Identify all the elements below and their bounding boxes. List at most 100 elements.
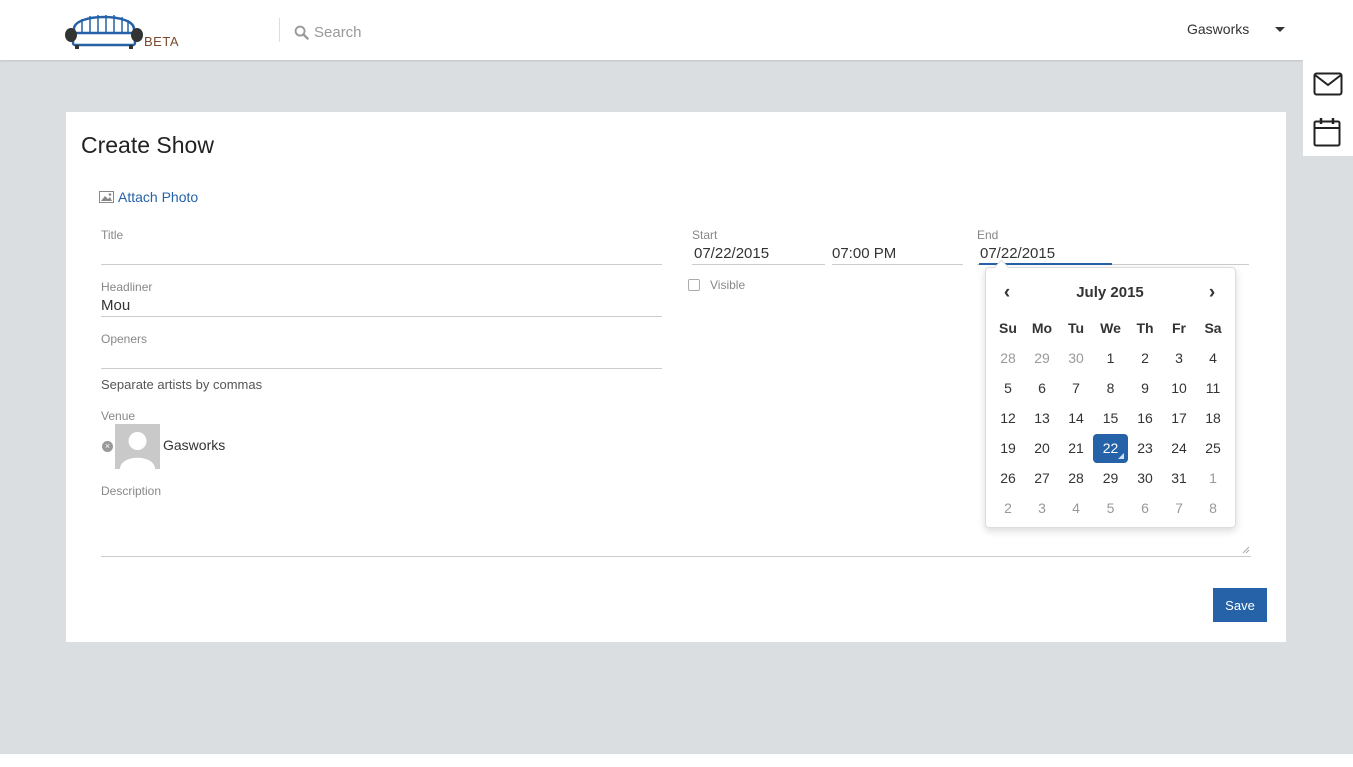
datepicker-days: 28 29 30 1 2 3 4 5 6 7 8 9 10 11 12 13 14 15 16 17 18 19 20 21 2… <box>991 343 1230 523</box>
end-label: End <box>977 228 999 242</box>
day-cell[interactable]: 9 <box>1128 373 1162 403</box>
day-cell[interactable]: 11 <box>1196 373 1230 403</box>
top-navbar: BETA Gasworks <box>0 0 1353 60</box>
day-cell[interactable]: 23 <box>1128 433 1162 463</box>
headliner-field-wrap <box>101 294 662 317</box>
beta-label: BETA <box>144 34 179 49</box>
day-cell[interactable]: 12 <box>991 403 1025 433</box>
venue-name: Gasworks <box>163 437 226 453</box>
sofa-logo-icon <box>65 15 143 49</box>
day-cell[interactable]: 31 <box>1162 463 1196 493</box>
venue-label: Venue <box>101 409 136 423</box>
headliner-label: Headliner <box>101 280 153 294</box>
day-cell[interactable]: 21 <box>1059 433 1093 463</box>
day-cell[interactable]: 19 <box>991 433 1025 463</box>
day-cell[interactable]: 20 <box>1025 433 1059 463</box>
attach-photo-link[interactable]: Attach Photo <box>99 189 198 205</box>
day-cell[interactable]: 8 <box>1196 493 1230 523</box>
day-cell[interactable]: 13 <box>1025 403 1059 433</box>
openers-field-wrap <box>101 346 662 369</box>
search-icon <box>294 25 309 40</box>
day-cell[interactable]: 2 <box>1128 343 1162 373</box>
remove-venue-icon[interactable]: × <box>102 441 113 452</box>
day-cell[interactable]: 16 <box>1128 403 1162 433</box>
day-cell[interactable]: 14 <box>1059 403 1093 433</box>
day-cell[interactable]: 28 <box>991 343 1025 373</box>
day-cell[interactable]: 7 <box>1059 373 1093 403</box>
default-avatar-icon <box>120 432 155 469</box>
datepicker-grid: Su Mo Tu We Th Fr Sa 28 29 30 1 2 3 4 5 6 7 8 9 10 11… <box>991 313 1230 523</box>
day-cell[interactable]: 4 <box>1196 343 1230 373</box>
openers-label: Openers <box>101 332 148 346</box>
weekday-header: Tu <box>1067 320 1085 336</box>
datepicker-month-label[interactable]: July 2015 <box>1046 284 1174 301</box>
datepicker-week-row: 2345678 <box>991 493 1230 523</box>
datepicker-week-row: 5 6 7 8 9 10 11 <box>991 373 1230 403</box>
day-cell[interactable]: 29 <box>1025 343 1059 373</box>
visible-checkbox[interactable] <box>688 279 700 291</box>
day-cell[interactable]: 6 <box>1128 493 1162 523</box>
selected-day-label: 22 <box>1093 433 1128 463</box>
day-cell[interactable]: 5 <box>1093 493 1128 523</box>
day-cell[interactable]: 15 <box>1093 403 1128 433</box>
day-cell[interactable]: 5 <box>991 373 1025 403</box>
prev-month-button[interactable]: ‹ <box>997 283 1017 303</box>
weekday-header: We <box>1100 320 1121 336</box>
day-cell[interactable]: 29 <box>1093 463 1128 493</box>
start-time-input[interactable] <box>832 242 963 264</box>
openers-input[interactable] <box>101 346 662 368</box>
title-input[interactable] <box>101 242 662 264</box>
envelope-icon <box>1313 72 1343 96</box>
day-cell[interactable]: 3 <box>1162 343 1196 373</box>
search-input[interactable] <box>314 23 514 41</box>
user-menu-dropdown[interactable]: Gasworks <box>1187 21 1286 37</box>
day-cell[interactable]: 6 <box>1025 373 1059 403</box>
day-cell[interactable]: 25 <box>1196 433 1230 463</box>
side-dock <box>1303 60 1353 156</box>
day-cell[interactable]: 27 <box>1025 463 1059 493</box>
next-month-button[interactable]: › <box>1202 283 1222 303</box>
start-time-field-wrap <box>832 242 963 265</box>
datepicker-week-row: 28 29 30 1 2 3 4 <box>991 343 1230 373</box>
day-cell-selected[interactable]: 22 <box>1093 433 1128 463</box>
day-cell[interactable]: 17 <box>1162 403 1196 433</box>
description-label: Description <box>101 484 162 498</box>
weekday-header-row: Su Mo Tu We Th Fr Sa <box>991 313 1230 343</box>
visible-label: Visible <box>710 278 746 292</box>
datepicker-popup: ‹ July 2015 › Su Mo Tu We Th Fr Sa 28 29 3… <box>985 259 1236 528</box>
datepicker-week-row: 19 20 21 22 23 24 25 <box>991 433 1230 463</box>
day-cell[interactable]: 3 <box>1025 493 1059 523</box>
day-cell[interactable]: 18 <box>1196 403 1230 433</box>
day-cell[interactable]: 10 <box>1162 373 1196 403</box>
logo[interactable]: BETA <box>64 9 184 53</box>
day-cell[interactable]: 30 <box>1059 343 1093 373</box>
day-cell[interactable]: 24 <box>1162 433 1196 463</box>
attach-photo-label: Attach Photo <box>118 189 199 205</box>
start-date-field-wrap <box>692 242 827 265</box>
day-cell[interactable]: 28 <box>1059 463 1093 493</box>
day-cell[interactable]: 8 <box>1093 373 1128 403</box>
venue-avatar <box>115 424 160 469</box>
datepicker-week-row: 26 27 28 29 30 31 1 <box>991 463 1230 493</box>
calendar-icon <box>1313 118 1341 147</box>
day-cell[interactable]: 26 <box>991 463 1025 493</box>
day-cell[interactable]: 4 <box>1059 493 1093 523</box>
headliner-input[interactable] <box>101 294 662 316</box>
resize-handle-icon[interactable] <box>1242 546 1250 554</box>
day-cell[interactable]: 30 <box>1128 463 1162 493</box>
calendar-button[interactable] <box>1313 117 1343 147</box>
weekday-header: Fr <box>1172 320 1186 336</box>
footer-strip <box>0 754 1353 767</box>
day-cell[interactable]: 2 <box>991 493 1025 523</box>
save-button[interactable]: Save <box>1213 588 1267 622</box>
end-date-input[interactable] <box>977 242 1252 264</box>
messages-button[interactable] <box>1313 71 1343 101</box>
end-date-field-wrap <box>977 242 1252 265</box>
start-date-input[interactable] <box>692 242 827 264</box>
day-cell[interactable]: 7 <box>1162 493 1196 523</box>
weekday-header: Th <box>1136 320 1154 336</box>
day-cell[interactable]: 1 <box>1093 343 1128 373</box>
day-cell[interactable]: 1 <box>1196 463 1230 493</box>
start-label: Start <box>692 228 718 242</box>
weekday-header: Su <box>999 320 1017 336</box>
